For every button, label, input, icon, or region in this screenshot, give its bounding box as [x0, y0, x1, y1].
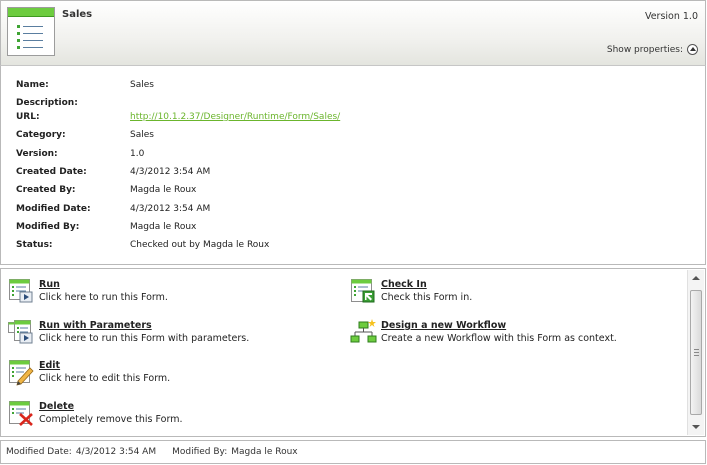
property-row-status: Status: Checked out by Magda le Roux — [16, 238, 269, 252]
actions-scrollbar[interactable] — [687, 270, 704, 435]
property-label: URL: — [16, 112, 40, 122]
property-row-category: Category: Sales — [16, 128, 154, 142]
run-description: Click here to run this Form. — [39, 292, 168, 303]
property-row-description: Description: — [16, 96, 130, 110]
delete-action[interactable]: Delete Completely remove this Form. — [8, 400, 182, 427]
form-run-icon — [9, 279, 33, 303]
property-label: Status: — [16, 240, 53, 250]
footer-modified-by-label: Modified By: — [172, 447, 228, 457]
properties-section: Name: Sales Description: URL: http://10.… — [0, 66, 706, 265]
workflow-design-icon — [350, 319, 377, 343]
form-icon — [7, 7, 55, 56]
form-delete-icon — [9, 401, 33, 426]
run-with-parameters-action[interactable]: Run with Parameters Click here to run th… — [8, 319, 249, 346]
check-in-description: Check this Form in. — [381, 292, 473, 303]
run-with-parameters-description: Click here to run this Form with paramet… — [39, 333, 250, 344]
property-value: 4/3/2012 3:54 AM — [130, 204, 211, 214]
footer-modified-date-label: Modified Date: — [6, 447, 72, 457]
property-label: Description: — [16, 98, 78, 108]
property-row-url: URL: http://10.1.2.37/Designer/Runtime/F… — [16, 110, 340, 124]
scroll-down-arrow-icon[interactable] — [692, 425, 700, 429]
footer-modified-date: 4/3/2012 3:54 AM — [75, 447, 157, 457]
run-action[interactable]: Run Click here to run this Form. — [8, 278, 168, 305]
check-in-action[interactable]: Check In Check this Form in. — [350, 278, 472, 305]
show-properties-toggle[interactable]: Show properties: — [607, 44, 698, 55]
property-row-modified-date: Modified Date: 4/3/2012 3:54 AM — [16, 202, 210, 216]
run-with-parameters-link[interactable]: Run with Parameters — [39, 319, 249, 332]
design-workflow-description: Create a new Workflow with this Form as … — [381, 333, 617, 344]
version-label: Version 1.0 — [644, 11, 698, 22]
design-workflow-action[interactable]: Design a new Workflow Create a new Workf… — [350, 319, 617, 346]
property-row-created-date: Created Date: 4/3/2012 3:54 AM — [16, 165, 210, 179]
property-label: Created Date: — [16, 167, 87, 177]
scroll-thumb[interactable] — [690, 290, 702, 415]
status-footer: Modified Date: 4/3/2012 3:54 AM Modified… — [0, 440, 706, 464]
property-value: 4/3/2012 3:54 AM — [130, 167, 211, 177]
property-value: Sales — [130, 80, 154, 90]
design-workflow-link[interactable]: Design a new Workflow — [381, 319, 617, 332]
form-run-parameters-icon — [8, 320, 33, 344]
property-label: Version: — [16, 149, 58, 159]
form-details-panel: Sales Version 1.0 Show properties: Name:… — [0, 0, 707, 465]
property-label: Category: — [16, 130, 66, 140]
scroll-up-arrow-icon[interactable] — [692, 276, 700, 280]
actions-panel: Run Click here to run this Form. Run wit… — [0, 268, 706, 437]
property-row-created-by: Created By: Magda le Roux — [16, 183, 196, 197]
property-row-version: Version: 1.0 — [16, 147, 144, 161]
check-in-link[interactable]: Check In — [381, 278, 472, 291]
property-value: Sales — [130, 130, 154, 140]
form-edit-icon — [9, 360, 34, 386]
property-value: Magda le Roux — [130, 222, 197, 232]
form-header: Sales Version 1.0 Show properties: — [0, 0, 706, 66]
delete-description: Completely remove this Form. — [39, 414, 183, 425]
property-value: Checked out by Magda le Roux — [130, 240, 270, 250]
run-link[interactable]: Run — [39, 278, 168, 291]
property-label: Name: — [16, 80, 49, 90]
collapse-icon[interactable] — [687, 44, 698, 55]
form-url-link[interactable]: http://10.1.2.37/Designer/Runtime/Form/S… — [130, 112, 340, 122]
form-check-in-icon — [351, 279, 375, 303]
delete-link[interactable]: Delete — [39, 400, 182, 413]
property-label: Modified Date: — [16, 204, 91, 214]
show-properties-label: Show properties: — [606, 44, 683, 55]
property-label: Created By: — [16, 185, 76, 195]
property-row-name: Name: Sales — [16, 78, 154, 92]
edit-action[interactable]: Edit Click here to edit this Form. — [8, 359, 170, 386]
form-title: Sales — [62, 9, 93, 20]
property-row-modified-by: Modified By: Magda le Roux — [16, 220, 196, 234]
edit-link[interactable]: Edit — [39, 359, 170, 372]
property-value: Magda le Roux — [130, 185, 197, 195]
property-label: Modified By: — [16, 222, 80, 232]
footer-modified-by: Magda le Roux — [231, 447, 298, 457]
property-value: 1.0 — [130, 149, 145, 159]
edit-description: Click here to edit this Form. — [39, 373, 171, 384]
